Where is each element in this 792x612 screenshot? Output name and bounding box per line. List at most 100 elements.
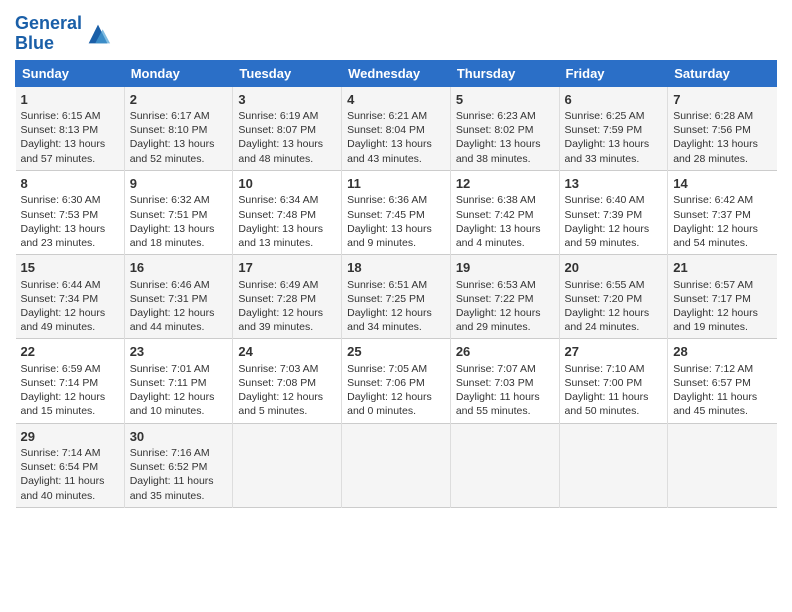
daylight-label: Daylight: 12 hours and 5 minutes. xyxy=(238,391,323,417)
daylight-label: Daylight: 13 hours and 57 minutes. xyxy=(21,138,106,164)
daylight-label: Daylight: 11 hours and 35 minutes. xyxy=(130,475,214,501)
day-number: 22 xyxy=(21,343,119,361)
day-cell: 14 Sunrise: 6:42 AM Sunset: 7:37 PM Dayl… xyxy=(668,170,777,254)
sunrise-label: Sunrise: 6:23 AM xyxy=(456,110,536,122)
sunrise-label: Sunrise: 6:42 AM xyxy=(673,194,753,206)
sunrise-label: Sunrise: 7:14 AM xyxy=(21,447,101,459)
day-header-sunday: Sunday xyxy=(16,60,125,86)
sunrise-label: Sunrise: 6:44 AM xyxy=(21,279,101,291)
day-cell: 27 Sunrise: 7:10 AM Sunset: 7:00 PM Dayl… xyxy=(559,339,668,423)
day-number: 1 xyxy=(21,91,119,109)
day-number: 19 xyxy=(456,259,554,277)
sunrise-label: Sunrise: 6:59 AM xyxy=(21,363,101,375)
daylight-label: Daylight: 12 hours and 44 minutes. xyxy=(130,307,215,333)
day-cell xyxy=(559,423,668,507)
sunrise-label: Sunrise: 6:38 AM xyxy=(456,194,536,206)
sunset-label: Sunset: 8:02 PM xyxy=(456,124,534,136)
sunrise-label: Sunrise: 7:03 AM xyxy=(238,363,318,375)
daylight-label: Daylight: 13 hours and 33 minutes. xyxy=(565,138,650,164)
day-number: 7 xyxy=(673,91,771,109)
daylight-label: Daylight: 12 hours and 15 minutes. xyxy=(21,391,106,417)
day-number: 30 xyxy=(130,428,228,446)
daylight-label: Daylight: 13 hours and 18 minutes. xyxy=(130,223,215,249)
sunrise-label: Sunrise: 6:49 AM xyxy=(238,279,318,291)
sunset-label: Sunset: 6:54 PM xyxy=(21,461,99,473)
day-cell xyxy=(233,423,342,507)
sunset-label: Sunset: 7:14 PM xyxy=(21,377,99,389)
day-number: 15 xyxy=(21,259,119,277)
day-number: 21 xyxy=(673,259,771,277)
sunset-label: Sunset: 6:57 PM xyxy=(673,377,751,389)
day-cell: 19 Sunrise: 6:53 AM Sunset: 7:22 PM Dayl… xyxy=(450,255,559,339)
day-cell: 4 Sunrise: 6:21 AM Sunset: 8:04 PM Dayli… xyxy=(342,86,451,170)
sunrise-label: Sunrise: 6:51 AM xyxy=(347,279,427,291)
logo-icon xyxy=(84,20,112,48)
day-cell: 21 Sunrise: 6:57 AM Sunset: 7:17 PM Dayl… xyxy=(668,255,777,339)
sunrise-label: Sunrise: 6:30 AM xyxy=(21,194,101,206)
day-number: 9 xyxy=(130,175,228,193)
daylight-label: Daylight: 12 hours and 34 minutes. xyxy=(347,307,432,333)
day-number: 24 xyxy=(238,343,336,361)
header: General Blue xyxy=(15,10,777,54)
day-number: 13 xyxy=(565,175,663,193)
day-cell: 8 Sunrise: 6:30 AM Sunset: 7:53 PM Dayli… xyxy=(16,170,125,254)
sunset-label: Sunset: 7:59 PM xyxy=(565,124,643,136)
sunrise-label: Sunrise: 6:15 AM xyxy=(21,110,101,122)
day-cell: 1 Sunrise: 6:15 AM Sunset: 8:13 PM Dayli… xyxy=(16,86,125,170)
day-cell: 22 Sunrise: 6:59 AM Sunset: 7:14 PM Dayl… xyxy=(16,339,125,423)
sunrise-label: Sunrise: 6:57 AM xyxy=(673,279,753,291)
day-cell: 30 Sunrise: 7:16 AM Sunset: 6:52 PM Dayl… xyxy=(124,423,233,507)
day-number: 16 xyxy=(130,259,228,277)
day-header-friday: Friday xyxy=(559,60,668,86)
daylight-label: Daylight: 13 hours and 38 minutes. xyxy=(456,138,541,164)
sunrise-label: Sunrise: 7:16 AM xyxy=(130,447,210,459)
sunrise-label: Sunrise: 6:32 AM xyxy=(130,194,210,206)
day-number: 23 xyxy=(130,343,228,361)
daylight-label: Daylight: 13 hours and 43 minutes. xyxy=(347,138,432,164)
sunrise-label: Sunrise: 6:53 AM xyxy=(456,279,536,291)
sunrise-label: Sunrise: 7:01 AM xyxy=(130,363,210,375)
day-cell xyxy=(342,423,451,507)
sunset-label: Sunset: 7:34 PM xyxy=(21,293,99,305)
sunset-label: Sunset: 7:25 PM xyxy=(347,293,425,305)
sunset-label: Sunset: 7:53 PM xyxy=(21,209,99,221)
daylight-label: Daylight: 13 hours and 52 minutes. xyxy=(130,138,215,164)
daylight-label: Daylight: 12 hours and 59 minutes. xyxy=(565,223,650,249)
day-cell: 6 Sunrise: 6:25 AM Sunset: 7:59 PM Dayli… xyxy=(559,86,668,170)
day-number: 12 xyxy=(456,175,554,193)
sunset-label: Sunset: 7:17 PM xyxy=(673,293,751,305)
day-number: 5 xyxy=(456,91,554,109)
logo-text: General Blue xyxy=(15,14,82,54)
day-header-wednesday: Wednesday xyxy=(342,60,451,86)
daylight-label: Daylight: 13 hours and 13 minutes. xyxy=(238,223,323,249)
sunset-label: Sunset: 6:52 PM xyxy=(130,461,208,473)
calendar-table: SundayMondayTuesdayWednesdayThursdayFrid… xyxy=(15,60,777,508)
day-header-thursday: Thursday xyxy=(450,60,559,86)
day-cell: 2 Sunrise: 6:17 AM Sunset: 8:10 PM Dayli… xyxy=(124,86,233,170)
daylight-label: Daylight: 11 hours and 45 minutes. xyxy=(673,391,757,417)
day-cell: 5 Sunrise: 6:23 AM Sunset: 8:02 PM Dayli… xyxy=(450,86,559,170)
day-cell xyxy=(450,423,559,507)
sunrise-label: Sunrise: 7:10 AM xyxy=(565,363,645,375)
sunrise-label: Sunrise: 6:55 AM xyxy=(565,279,645,291)
sunrise-label: Sunrise: 7:07 AM xyxy=(456,363,536,375)
day-cell: 25 Sunrise: 7:05 AM Sunset: 7:06 PM Dayl… xyxy=(342,339,451,423)
day-cell: 11 Sunrise: 6:36 AM Sunset: 7:45 PM Dayl… xyxy=(342,170,451,254)
sunset-label: Sunset: 8:07 PM xyxy=(238,124,316,136)
page-container: General Blue SundayMondayTuesdayWednesda… xyxy=(0,0,792,518)
sunset-label: Sunset: 7:00 PM xyxy=(565,377,643,389)
day-cell: 9 Sunrise: 6:32 AM Sunset: 7:51 PM Dayli… xyxy=(124,170,233,254)
daylight-label: Daylight: 13 hours and 28 minutes. xyxy=(673,138,758,164)
week-row-1: 1 Sunrise: 6:15 AM Sunset: 8:13 PM Dayli… xyxy=(16,86,777,170)
daylight-label: Daylight: 11 hours and 55 minutes. xyxy=(456,391,540,417)
day-number: 4 xyxy=(347,91,445,109)
sunrise-label: Sunrise: 6:34 AM xyxy=(238,194,318,206)
sunset-label: Sunset: 7:48 PM xyxy=(238,209,316,221)
sunrise-label: Sunrise: 6:40 AM xyxy=(565,194,645,206)
sunrise-label: Sunrise: 6:21 AM xyxy=(347,110,427,122)
sunrise-label: Sunrise: 6:36 AM xyxy=(347,194,427,206)
sunset-label: Sunset: 7:08 PM xyxy=(238,377,316,389)
sunset-label: Sunset: 7:11 PM xyxy=(130,377,207,389)
day-number: 6 xyxy=(565,91,663,109)
sunset-label: Sunset: 7:31 PM xyxy=(130,293,208,305)
